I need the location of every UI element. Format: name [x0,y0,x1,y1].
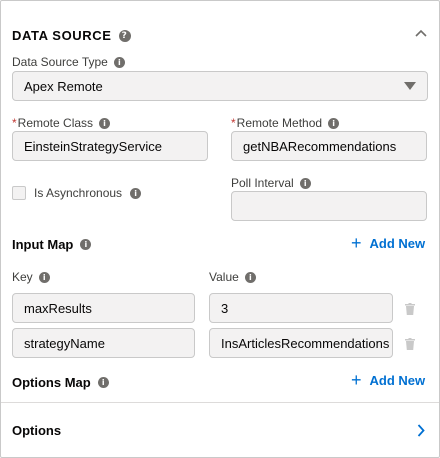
key-label-text: Key [12,270,33,284]
value-column-label: Value i [209,270,256,284]
data-source-title: DATA SOURCE [12,28,112,43]
input-map-add-new-label: Add New [369,236,426,251]
input-map-value-value: InsArticlesRecommendations [221,335,390,351]
options-map-header: Options Map i [12,375,109,390]
chevron-right-icon[interactable] [417,424,425,437]
info-icon[interactable]: i [113,56,125,68]
data-source-panel: DATA SOURCE ? Data Source Type i Apex Re… [0,0,440,458]
input-map-title: Input Map [12,237,74,252]
input-map-key-field[interactable]: maxResults [12,293,195,323]
required-asterisk: * [231,116,236,130]
caret-down-icon [404,82,416,90]
trash-icon[interactable] [405,303,415,315]
data-source-type-value: Apex Remote [24,78,103,94]
options-title: Options [12,423,62,438]
remote-method-value: getNBARecommendations [243,138,397,154]
required-asterisk: * [12,116,17,130]
data-source-type-label: Data Source Type i [12,55,125,69]
input-map-value-field[interactable]: 3 [209,293,393,323]
is-async-checkbox[interactable] [12,186,26,200]
info-icon[interactable]: i [99,117,111,129]
input-map-value-field[interactable]: InsArticlesRecommendations [209,328,393,358]
chevron-up-icon[interactable] [415,29,427,37]
remote-class-input[interactable]: EinsteinStrategyService [12,131,208,161]
input-map-header: Input Map i [12,237,92,252]
remote-class-label: *Remote Class i [12,116,111,130]
info-icon[interactable]: i [80,239,92,250]
value-label-text: Value [209,270,239,284]
info-icon[interactable]: i [38,271,50,283]
input-map-key-value: strategyName [24,335,105,351]
poll-interval-label-text: Poll Interval [231,176,294,190]
input-map-key-field[interactable]: strategyName [12,328,195,358]
is-async-row: Is Asynchronous i [12,186,142,200]
remote-method-input[interactable]: getNBARecommendations [231,131,427,161]
remote-method-label-text: Remote Method [236,116,323,130]
input-map-value-value: 3 [221,300,229,316]
input-map-key-value: maxResults [24,300,92,316]
remote-class-value: EinsteinStrategyService [24,138,163,154]
trash-icon[interactable] [405,338,415,350]
options-section-toggle[interactable]: Options [12,423,61,438]
info-icon[interactable]: i [328,117,340,129]
input-map-add-new-button[interactable]: + Add New [351,233,426,253]
data-source-header: DATA SOURCE ? [12,28,131,43]
key-column-label: Key i [12,270,50,284]
options-map-add-new-button[interactable]: + Add New [351,370,426,390]
options-map-add-new-label: Add New [369,373,426,388]
info-icon[interactable]: i [299,177,311,189]
plus-icon: + [351,233,362,253]
divider [1,402,439,403]
remote-class-label-text: Remote Class [17,116,94,130]
data-source-type-select[interactable]: Apex Remote [12,71,428,101]
remote-method-label: *Remote Method i [231,116,340,130]
info-icon[interactable]: i [130,187,142,199]
options-map-title: Options Map [12,375,91,390]
poll-interval-input[interactable] [231,191,427,221]
help-icon[interactable]: ? [118,29,131,42]
is-async-label: Is Asynchronous [34,186,123,200]
data-source-type-label-text: Data Source Type [12,55,108,69]
info-icon[interactable]: i [97,377,109,388]
info-icon[interactable]: i [244,271,256,283]
plus-icon: + [351,370,362,390]
poll-interval-label: Poll Interval i [231,176,311,190]
